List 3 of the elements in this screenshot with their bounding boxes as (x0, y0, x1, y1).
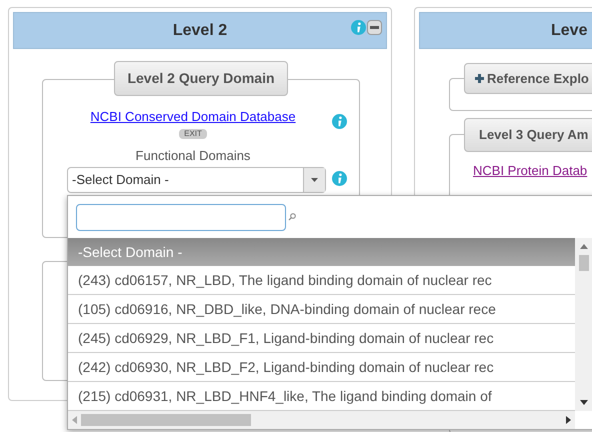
panel-title: Leve (551, 20, 588, 40)
panel-title: Level 2 (172, 20, 228, 40)
domains-label: Functional Domains (136, 146, 250, 164)
